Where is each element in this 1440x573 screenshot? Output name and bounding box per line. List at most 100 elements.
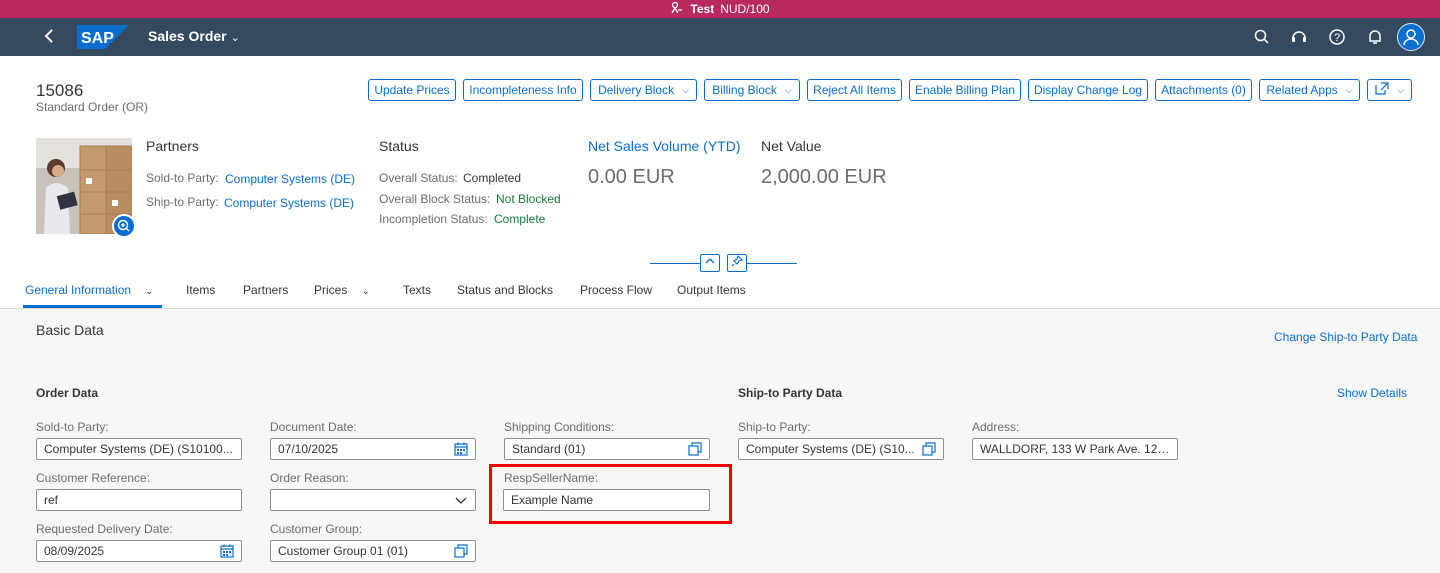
- svg-text:?: ?: [1334, 32, 1340, 44]
- show-details-link[interactable]: Show Details: [1337, 386, 1407, 400]
- calendar-icon[interactable]: [454, 442, 468, 456]
- tab-items[interactable]: Items: [186, 283, 215, 297]
- calendar-icon[interactable]: [220, 544, 234, 558]
- net-sales-unit: EUR: [632, 166, 675, 188]
- search-icon[interactable]: [1253, 28, 1271, 46]
- app-title: Sales Order: [148, 28, 227, 44]
- requested-delivery-value: 08/09/2025: [44, 544, 105, 558]
- attachments-button[interactable]: Attachments (0): [1155, 79, 1252, 101]
- net-sales-title[interactable]: Net Sales Volume (YTD): [588, 138, 741, 154]
- net-value-title: Net Value: [761, 138, 822, 154]
- svg-text:SAP: SAP: [81, 30, 114, 47]
- help-icon[interactable]: ?: [1328, 28, 1346, 46]
- net-value-unit: EUR: [844, 166, 887, 188]
- tab-status-and-blocks[interactable]: Status and Blocks: [457, 283, 553, 297]
- shipping-conditions-field[interactable]: Standard (01): [504, 438, 710, 460]
- update-prices-button[interactable]: Update Prices: [368, 79, 456, 101]
- object-subtitle: Standard Order (OR): [36, 100, 149, 114]
- order-data-title: Order Data: [36, 386, 99, 400]
- customer-reference-field[interactable]: ref: [36, 489, 242, 511]
- customer-group-label: Customer Group:: [270, 522, 363, 536]
- value-help-icon[interactable]: [454, 544, 468, 558]
- tab-output-items[interactable]: Output Items: [677, 283, 746, 297]
- overall-status-label: Overall Status:: [379, 171, 458, 185]
- block-status-value: Not Blocked: [496, 192, 561, 206]
- requested-delivery-label: Requested Delivery Date:: [36, 522, 173, 536]
- chevron-down-icon: ⌵: [682, 84, 689, 95]
- system-label: Test: [690, 2, 715, 16]
- tab-process-flow[interactable]: Process Flow: [580, 283, 652, 297]
- tab-texts[interactable]: Texts: [403, 283, 431, 297]
- overall-status-value: Completed: [463, 171, 522, 185]
- value-help-icon[interactable]: [922, 442, 936, 456]
- sap-logo[interactable]: SAP: [77, 25, 129, 49]
- pin-header-button[interactable]: [727, 254, 747, 272]
- shipping-conditions-value: Standard (01): [512, 442, 586, 456]
- chevron-down-icon: ⌵: [1345, 84, 1353, 95]
- delivery-block-label: Delivery Block: [598, 83, 675, 97]
- incompleteness-info-button[interactable]: Incompleteness Info: [463, 79, 583, 101]
- tab-prices[interactable]: Prices ⌄: [314, 283, 370, 297]
- user-avatar[interactable]: [1397, 23, 1425, 51]
- customer-reference-label: Customer Reference:: [36, 471, 151, 485]
- net-sales-value: 0.00: [588, 166, 627, 188]
- billing-block-label: Billing Block: [712, 83, 777, 97]
- delivery-block-button[interactable]: Delivery Block ⌵: [590, 79, 697, 101]
- address-label: Address:: [972, 420, 1020, 434]
- notifications-icon[interactable]: [1366, 28, 1384, 46]
- sold-to-field[interactable]: Computer Systems (DE) (S10100...: [36, 438, 242, 460]
- chevron-down-icon: ⌄: [361, 286, 370, 297]
- billing-block-button[interactable]: Billing Block ⌵: [704, 79, 800, 101]
- chevron-down-icon: ⌵: [1397, 84, 1404, 95]
- tab-partners[interactable]: Partners: [243, 283, 288, 297]
- shell-bar: SAP Sales Order ⌄ ?: [0, 18, 1440, 56]
- value-help-icon[interactable]: [688, 442, 702, 456]
- chevron-down-icon: ⌄: [145, 286, 154, 297]
- highlight-box: [489, 464, 732, 524]
- tab-general-information[interactable]: General Information ⌄: [25, 283, 153, 297]
- enable-billing-plan-button[interactable]: Enable Billing Plan: [909, 79, 1021, 101]
- chevron-down-icon[interactable]: [454, 493, 468, 507]
- document-date-field[interactable]: 07/10/2025: [270, 438, 476, 460]
- system-icon: [670, 1, 684, 18]
- ship-to-party-field[interactable]: Computer Systems (DE) (S10...: [738, 438, 944, 460]
- reject-all-items-button[interactable]: Reject All Items: [807, 79, 902, 101]
- related-apps-label: Related Apps: [1266, 83, 1338, 97]
- basic-data-section: Basic Data Change Ship-to Party Data Ord…: [0, 309, 1440, 573]
- net-value-kpi: 2,000.00 EUR: [761, 166, 887, 189]
- address-value: WALLDORF, 133 W Park Ave. 124...: [980, 442, 1170, 456]
- order-reason-select[interactable]: [270, 489, 476, 511]
- ship-to-label: Ship-to Party:: [146, 195, 219, 209]
- sold-to-link[interactable]: Computer Systems (DE): [225, 172, 355, 186]
- address-field[interactable]: WALLDORF, 133 W Park Ave. 124...: [972, 438, 1178, 460]
- partners-title: Partners: [146, 138, 199, 154]
- object-id: 15086: [36, 81, 84, 100]
- zoom-in-icon[interactable]: [112, 214, 136, 238]
- block-status-label: Overall Block Status:: [379, 192, 491, 206]
- back-icon[interactable]: [42, 27, 58, 50]
- change-ship-to-link[interactable]: Change Ship-to Party Data: [1274, 330, 1417, 344]
- net-value-value: 2,000.00: [761, 166, 839, 188]
- sold-to-field-label: Sold-to Party:: [36, 420, 109, 434]
- incompletion-status-value: Complete: [494, 212, 546, 226]
- display-change-log-button[interactable]: Display Change Log: [1028, 79, 1148, 101]
- document-date-label: Document Date:: [270, 420, 357, 434]
- related-apps-button[interactable]: Related Apps ⌵: [1259, 79, 1360, 101]
- order-reason-label: Order Reason:: [270, 471, 349, 485]
- customer-reference-value: ref: [44, 493, 59, 507]
- customer-group-field[interactable]: Customer Group 01 (01): [270, 540, 476, 562]
- support-icon[interactable]: [1290, 28, 1308, 46]
- collapse-header-button[interactable]: [700, 254, 720, 272]
- ship-to-link[interactable]: Computer Systems (DE): [224, 196, 354, 210]
- app-title-menu[interactable]: Sales Order ⌄: [148, 28, 240, 44]
- header-divider-left: [650, 263, 700, 264]
- requested-delivery-field[interactable]: 08/09/2025: [36, 540, 242, 562]
- chevron-down-icon: ⌄: [230, 32, 240, 44]
- object-header: 15086 Standard Order (OR) Update Prices …: [0, 56, 1440, 309]
- customer-group-value: Customer Group 01 (01): [278, 544, 409, 558]
- chevron-down-icon: ⌵: [784, 84, 792, 95]
- share-button[interactable]: ⌵: [1367, 79, 1412, 101]
- status-title: Status: [379, 138, 419, 154]
- sold-to-label: Sold-to Party:: [146, 171, 219, 185]
- shipping-conditions-label: Shipping Conditions:: [504, 420, 615, 434]
